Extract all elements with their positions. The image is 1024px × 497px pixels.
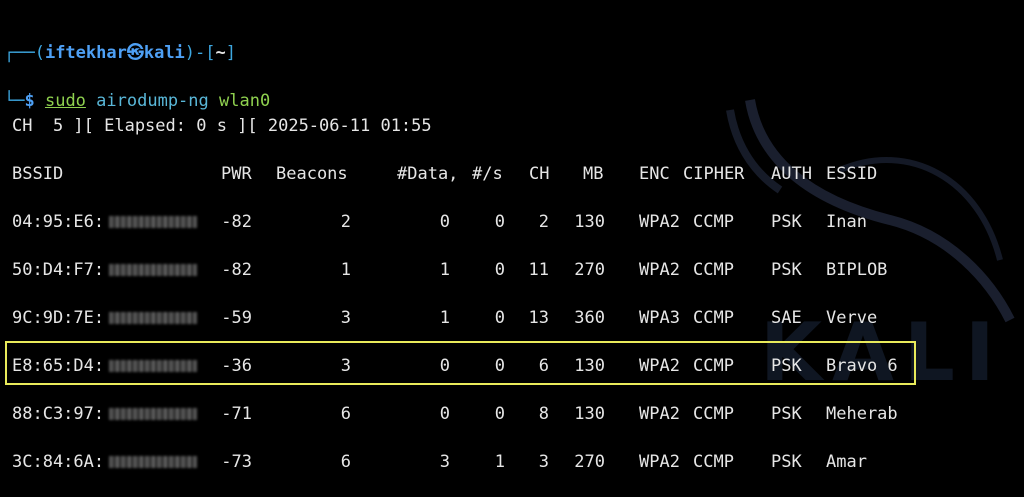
table-row: 04:95:E6: -82 2 0 0 2 130 WPA2 CCMP PSK Inan <box>0 212 1024 232</box>
status-line: CH 5 ][ Elapsed: 0 s ][ 2025-06-11 01:55 <box>12 116 432 136</box>
prompt-frame-top: ┌──( <box>4 43 45 63</box>
cell-cipher: CCMP <box>693 452 734 472</box>
col-auth: AUTH <box>771 164 812 184</box>
command-name: airodump-ng <box>96 91 209 111</box>
cell-enc: WPA2 <box>639 452 680 472</box>
cell-enc: WPA2 <box>639 260 680 280</box>
prompt-host: kali <box>143 43 185 63</box>
cell-auth: PSK <box>771 452 802 472</box>
cell-data: 1 <box>439 308 450 328</box>
cell-data: 1 <box>439 260 450 280</box>
col-beacons: Beacons <box>276 164 348 184</box>
cell-auth: PSK <box>771 404 802 424</box>
cell-cipher: CCMP <box>693 260 734 280</box>
cell-beacons: 6 <box>340 452 351 472</box>
col-pwr: PWR <box>221 164 252 184</box>
redacted-mac-suffix <box>109 264 197 276</box>
table-row: 88:C3:97: -71 6 0 0 8 130 WPA2 CCMP PSK Meherab <box>0 404 1024 424</box>
col-essid: ESSID <box>826 164 878 184</box>
col-mb: MB <box>583 164 604 184</box>
prompt-line-1: ┌──(iftekhar㉿kali)-[~] <box>4 41 270 65</box>
cell-essid: BIPLOB <box>826 260 888 280</box>
command-argument: wlan0 <box>219 91 271 111</box>
cell-mb: 270 <box>574 452 605 472</box>
col-ch: CH <box>529 164 550 184</box>
cell-bssid: 04:95:E6: <box>12 212 105 232</box>
cell-auth: SAE <box>771 308 802 328</box>
cell-beacons: 6 <box>340 404 351 424</box>
cell-cipher: CCMP <box>693 404 734 424</box>
cell-essid: Meherab <box>826 404 898 424</box>
cell-ch: 2 <box>538 212 549 232</box>
cell-essid: Inan <box>826 212 867 232</box>
cell-bssid: 9C:9D:7E: <box>12 308 105 328</box>
cell-ch: 13 <box>528 308 549 328</box>
cell-auth: PSK <box>771 260 802 280</box>
prompt-frame-bottom: └─ <box>4 91 25 111</box>
target-highlight-box <box>5 341 916 385</box>
cell-ch: 3 <box>538 452 549 472</box>
prompt-user: iftekhar <box>44 43 127 63</box>
cell-enc: WPA2 <box>639 404 680 424</box>
cell-per-second: 0 <box>494 260 505 280</box>
cell-enc: WPA3 <box>639 308 680 328</box>
table-row: 9C:9D:7E: -59 3 1 0 13 360 WPA3 CCMP SAE Verve <box>0 308 1024 328</box>
table-header: BSSID PWR Beacons #Data, #/s CH MB ENC C… <box>0 164 1024 184</box>
redacted-mac-suffix <box>109 216 197 228</box>
cell-pwr: -73 <box>221 452 252 472</box>
cell-data: 0 <box>439 212 450 232</box>
cell-data: 0 <box>439 404 450 424</box>
cell-mb: 130 <box>574 212 605 232</box>
command-sudo: sudo <box>44 91 86 111</box>
redacted-mac-suffix <box>109 312 197 324</box>
cell-beacons: 1 <box>340 260 351 280</box>
table-row: 3C:84:6A: -73 6 3 1 3 270 WPA2 CCMP PSK Amar <box>0 452 1024 472</box>
cell-essid: Verve <box>826 308 878 328</box>
col-data: #Data, <box>397 164 459 184</box>
cell-beacons: 2 <box>340 212 351 232</box>
prompt-at-icon: ㉿ <box>126 43 144 63</box>
cell-beacons: 3 <box>340 308 351 328</box>
cell-essid: Amar <box>826 452 867 472</box>
cell-cipher: CCMP <box>693 308 734 328</box>
col-cipher: CIPHER <box>683 164 745 184</box>
cell-mb: 130 <box>574 404 605 424</box>
prompt-line-2: └─$ sudo airodump-ng wlan0 <box>4 89 270 113</box>
table-row: 50:D4:F7: -82 1 1 0 11 270 WPA2 CCMP PSK BIPLOB <box>0 260 1024 280</box>
cell-cipher: CCMP <box>693 212 734 232</box>
prompt-dir: ~ <box>215 43 226 63</box>
cell-per-second: 0 <box>494 308 505 328</box>
cell-ch: 8 <box>538 404 549 424</box>
cell-data: 3 <box>439 452 450 472</box>
redacted-mac-suffix <box>109 456 197 468</box>
cell-per-second: 1 <box>494 452 505 472</box>
prompt-frame-mid: )-[ <box>184 43 216 63</box>
cell-per-second: 0 <box>494 404 505 424</box>
cell-pwr: -71 <box>221 404 252 424</box>
cell-bssid: 3C:84:6A: <box>12 452 105 472</box>
cell-pwr: -82 <box>221 260 252 280</box>
prompt-dollar: $ <box>24 91 45 111</box>
cell-mb: 360 <box>574 308 605 328</box>
col-per-second: #/s <box>472 164 503 184</box>
cell-per-second: 0 <box>494 212 505 232</box>
cell-pwr: -59 <box>221 308 252 328</box>
prompt-frame-end: ] <box>225 43 237 63</box>
cell-enc: WPA2 <box>639 212 680 232</box>
cell-mb: 270 <box>574 260 605 280</box>
cell-ch: 11 <box>528 260 549 280</box>
cell-bssid: 88:C3:97: <box>12 404 105 424</box>
cell-auth: PSK <box>771 212 802 232</box>
cell-pwr: -82 <box>221 212 252 232</box>
redacted-mac-suffix <box>109 408 197 420</box>
col-enc: ENC <box>639 164 670 184</box>
col-bssid: BSSID <box>12 164 64 184</box>
cell-bssid: 50:D4:F7: <box>12 260 105 280</box>
